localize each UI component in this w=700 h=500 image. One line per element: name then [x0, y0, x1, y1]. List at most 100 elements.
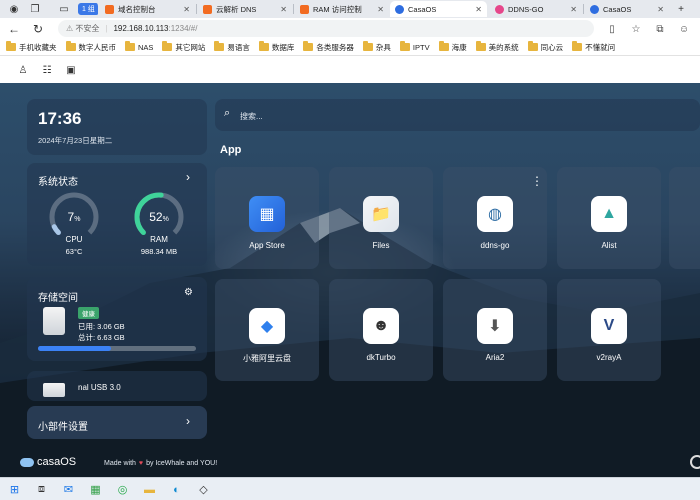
window-icon[interactable]: ▣ — [64, 63, 78, 77]
new-tab-icon[interactable]: + — [673, 2, 689, 16]
tab-group[interactable]: 1 组 — [76, 1, 98, 17]
file-explorer-icon[interactable]: ▬ — [141, 481, 158, 498]
workspaces-icon[interactable]: ❐ — [27, 2, 43, 16]
bookmark-folder[interactable]: 杂具 — [362, 41, 391, 53]
extension-row: ♙ ☷ ▣ — [0, 57, 700, 83]
status-badge: 健康 — [78, 307, 99, 319]
close-tab-icon[interactable]: ✕ — [373, 5, 384, 14]
tab-casaos-active[interactable]: CasaOS ✕ — [390, 1, 487, 17]
terminal-icon[interactable] — [690, 455, 700, 469]
close-tab-icon[interactable]: ✕ — [653, 5, 664, 14]
app-card[interactable]: ▲ Alist — [557, 167, 661, 269]
bookmark-folder[interactable]: NAS — [125, 41, 154, 52]
bookmark-folder[interactable]: 易语言 — [214, 41, 250, 53]
app-name: Alist — [601, 241, 617, 250]
ram-value: 52% — [149, 210, 169, 224]
edge-icon[interactable]: ◐ — [168, 481, 185, 498]
bookmark-folder[interactable]: 数据库 — [258, 41, 294, 53]
favorites-icon[interactable]: ☆ — [628, 21, 644, 37]
bookmark-label: 各类服务器 — [316, 42, 354, 52]
profile-icon[interactable]: ◉ — [6, 2, 22, 16]
bookmark-label: 同心云 — [540, 42, 564, 52]
bookmark-folder[interactable]: 美的系统 — [475, 41, 519, 53]
xiaoya-icon: ◆ — [249, 308, 285, 344]
close-tab-icon[interactable]: ✕ — [471, 5, 482, 14]
gear-icon[interactable]: ⚙ — [184, 287, 193, 298]
folder-icon — [362, 41, 373, 51]
folder-icon — [65, 41, 76, 51]
casaos-dashboard: 17:36 2024年7月23日星期二 系统状态 › 7% CPU 63°C 5… — [0, 83, 700, 477]
tab-ram-access[interactable]: RAM 访问控制 ✕ — [295, 1, 389, 17]
chevron-right-icon[interactable]: › — [186, 414, 190, 428]
chevron-right-icon[interactable]: › — [186, 170, 190, 184]
back-icon[interactable]: ← — [6, 21, 22, 37]
casaos-logo: casaOS — [20, 456, 76, 468]
bookmark-label: 美的系统 — [488, 42, 519, 52]
app-card[interactable]: Vv2rayA — [557, 279, 661, 381]
mail-icon[interactable]: ✉ — [60, 481, 77, 498]
app-icon[interactable]: ◇ — [195, 481, 212, 498]
close-tab-icon[interactable]: ✕ — [566, 5, 577, 14]
folder-icon — [572, 41, 583, 51]
tab-domain-console[interactable]: 域名控制台 ✕ — [100, 1, 195, 17]
search-bar[interactable] — [215, 99, 700, 131]
person-icon[interactable]: ♙ — [16, 63, 30, 77]
profile-menu-icon[interactable]: ☺ — [676, 21, 692, 37]
url-input[interactable]: 不安全 | 192.168.10.113:1234/#/ — [58, 20, 594, 37]
tab-cloud-dns[interactable]: 云解析 DNS ✕ — [198, 1, 292, 17]
bookmark-folder[interactable]: 海康 — [438, 41, 467, 53]
search-placeholder[interactable]: 搜索... — [240, 111, 263, 122]
ram-used: 988.34 MB — [140, 247, 178, 256]
sliders-icon[interactable]: ☷ — [40, 63, 54, 77]
app-name: v2rayA — [596, 353, 622, 362]
bookmark-folder[interactable]: IPTV — [399, 41, 430, 52]
app-store-icon: ▦ — [249, 196, 285, 232]
search-icon: ⌕ — [224, 107, 231, 119]
app-name: ddns-go — [480, 241, 510, 250]
task-view-icon[interactable]: ⧈ — [33, 481, 50, 498]
tab-actions-icon[interactable]: ▭ — [56, 2, 72, 16]
aliyun-icon — [105, 4, 114, 14]
folder-icon — [399, 41, 410, 51]
tab-ddns-go[interactable]: DDNS-GO ✕ — [490, 1, 582, 17]
tab-label: DDNS-GO — [508, 4, 544, 14]
folder-icon — [162, 41, 173, 51]
storage-used: 已用: 3.06 GB — [78, 322, 125, 331]
cpu-value: 7% — [67, 210, 81, 224]
ram-label: RAM — [150, 235, 168, 244]
folder-icon — [258, 41, 269, 51]
footer-credit: Made with ♥ by IceWhale and YOU! — [104, 460, 217, 467]
bookmark-folder[interactable]: 手机收藏夹 — [6, 41, 57, 53]
windows-start-icon[interactable]: ⊞ — [6, 481, 23, 498]
bookmark-folder[interactable]: 同心云 — [527, 41, 564, 53]
cloud-icon — [20, 457, 34, 467]
app-card[interactable]: 📁 Files — [329, 167, 433, 269]
not-secure-label[interactable]: 不安全 — [66, 23, 99, 34]
more-options-icon[interactable]: ⋮ — [531, 174, 543, 188]
tab-label: RAM 访问控制 — [313, 4, 362, 14]
ddns-go-favicon — [495, 4, 504, 14]
app-card[interactable]: ☻ dkTurbo — [329, 279, 433, 381]
tab-casaos[interactable]: CasaOS ✕ — [585, 1, 669, 17]
bookmark-folder[interactable]: 数字人民币 — [65, 41, 116, 53]
bookmark-folder[interactable]: 各类服务器 — [303, 41, 354, 53]
bookmark-label: NAS — [138, 42, 154, 52]
url-host: 192.168.10.113 — [113, 24, 169, 33]
bookmark-folder[interactable]: 其它网站 — [162, 41, 205, 53]
close-tab-icon[interactable]: ✕ — [179, 5, 190, 14]
spreadsheet-icon[interactable]: ▦ — [87, 481, 104, 498]
aria2-icon: ⬇ — [477, 308, 513, 344]
storage-progress-track — [38, 346, 196, 351]
app-card[interactable]: ⬇ Aria2 — [443, 279, 547, 381]
wechat-icon[interactable]: ◎ — [114, 481, 131, 498]
app-card[interactable]: ▦ App Store — [215, 167, 319, 269]
split-screen-icon[interactable]: ▯ — [604, 21, 620, 37]
app-card-partial[interactable] — [669, 167, 700, 269]
close-tab-icon[interactable]: ✕ — [276, 5, 287, 14]
app-card[interactable]: ◆ 小雅阿里云盘 — [215, 279, 319, 381]
casaos-icon — [395, 4, 404, 14]
collections-icon[interactable]: ⧉ — [652, 21, 668, 37]
aliyun-icon — [300, 4, 309, 14]
bookmark-folder[interactable]: 不懂就问 — [572, 41, 615, 53]
refresh-icon[interactable]: ↻ — [30, 21, 46, 37]
